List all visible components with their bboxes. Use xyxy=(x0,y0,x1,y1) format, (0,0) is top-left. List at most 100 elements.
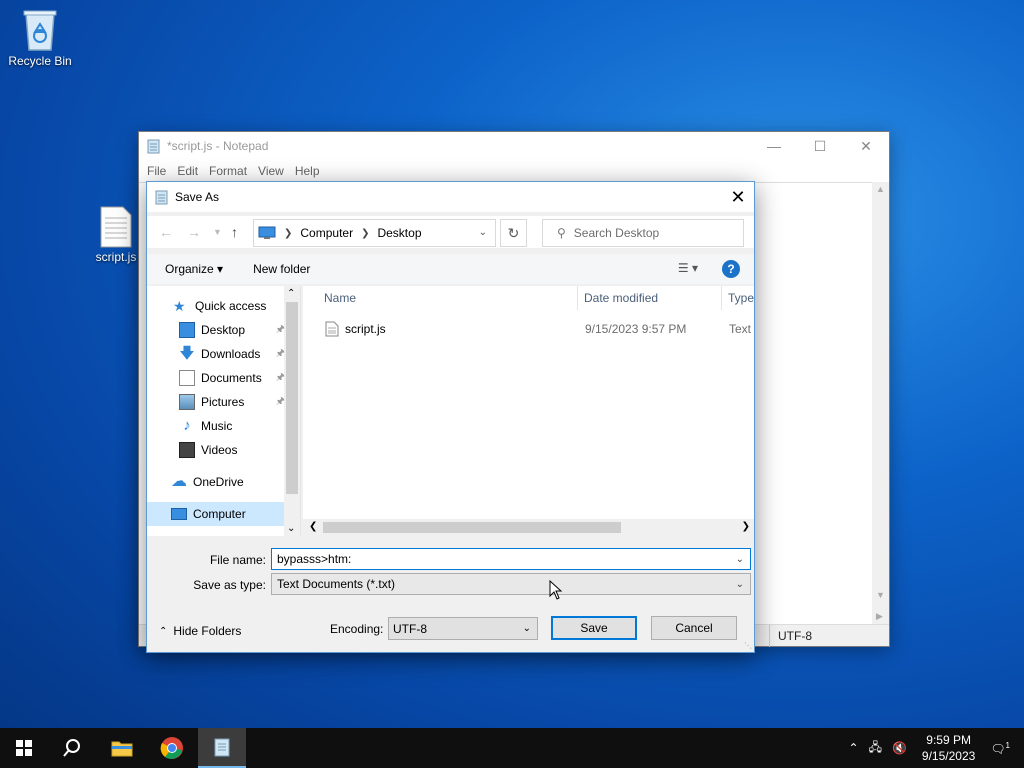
resize-grip-icon[interactable]: ⋱ xyxy=(744,641,752,650)
scrollbar-thumb[interactable] xyxy=(323,522,621,533)
scroll-up-icon[interactable]: ⌃ xyxy=(287,288,295,299)
up-arrow-icon[interactable]: ↑ xyxy=(231,224,238,240)
file-row[interactable]: script.js 9/15/2023 9:57 PM Text D xyxy=(303,318,754,340)
scroll-left-icon[interactable]: ❮ xyxy=(309,521,317,532)
menu-format[interactable]: Format xyxy=(205,164,251,178)
clock-date: 9/15/2023 xyxy=(921,749,976,763)
nav-downloads[interactable]: 🡇 Downloads 🖈 xyxy=(179,342,285,366)
scroll-up-icon[interactable]: ▲ xyxy=(876,184,885,194)
column-type[interactable]: Type xyxy=(722,286,754,310)
new-folder-button[interactable]: New folder xyxy=(253,262,310,276)
file-name-input[interactable]: bypasss>htm: ⌄ xyxy=(271,548,751,570)
nav-pictures[interactable]: Pictures 🖈 xyxy=(179,390,285,414)
start-button[interactable] xyxy=(0,728,48,768)
file-list-hscrollbar[interactable]: ❮ ❯ xyxy=(303,519,754,536)
desktop-icon-recycle-bin[interactable]: Recycle Bin xyxy=(2,8,78,68)
menu-edit[interactable]: Edit xyxy=(173,164,202,178)
encoding-label: Encoding: xyxy=(330,622,384,636)
menu-view[interactable]: View xyxy=(254,164,288,178)
hide-folders-button[interactable]: ⌃ Hide Folders xyxy=(159,624,241,638)
volume-muted-icon[interactable]: 🔇 xyxy=(892,741,907,755)
chevron-right-icon: ❯ xyxy=(284,227,293,239)
chevron-down-icon[interactable]: ⌄ xyxy=(736,554,744,565)
file-date: 9/15/2023 9:57 PM xyxy=(585,322,687,336)
breadcrumb-desktop[interactable]: Desktop xyxy=(377,226,421,240)
notepad-taskbar-button[interactable] xyxy=(198,728,246,768)
help-icon[interactable]: ? xyxy=(722,260,740,278)
chevron-up-icon[interactable]: ⌃ xyxy=(849,741,859,755)
scroll-down-icon[interactable]: ⌄ xyxy=(287,523,295,534)
script-js-label: script.js xyxy=(95,250,137,264)
clock[interactable]: 9:59 PM 9/15/2023 xyxy=(922,732,975,764)
music-note-icon: ♪ xyxy=(183,417,191,434)
search-button[interactable] xyxy=(48,728,96,768)
dialog-titlebar[interactable]: Save As xyxy=(147,182,754,212)
chrome-icon xyxy=(160,737,183,759)
column-headers: ⌃ Name Date modified Type xyxy=(303,286,754,310)
organize-button[interactable]: Organize ▾ xyxy=(165,262,223,276)
pictures-icon xyxy=(179,394,195,410)
cancel-button[interactable]: Cancel xyxy=(651,616,737,640)
file-list: ⌃ Name Date modified Type script.js 9/15… xyxy=(303,286,754,536)
encoding-value: UTF-8 xyxy=(393,621,427,636)
maximize-icon[interactable]: ☐ xyxy=(797,132,843,160)
forward-arrow-icon[interactable]: → xyxy=(187,224,201,240)
menu-help[interactable]: Help xyxy=(291,164,324,178)
notepad-scrollbar[interactable]: ▲ ▼ ▶ xyxy=(872,182,889,624)
nav-music[interactable]: ♪ Music xyxy=(179,414,285,438)
notepad-menubar: File Edit Format View Help xyxy=(139,160,889,182)
notepad-icon xyxy=(214,738,230,757)
menu-file[interactable]: File xyxy=(143,164,170,178)
notification-icon[interactable]: 🗨1 xyxy=(990,741,1010,756)
recent-dropdown-icon[interactable]: ▼ xyxy=(213,227,222,237)
text-file-icon xyxy=(100,206,132,248)
save-as-type-value: Text Documents (*.txt) xyxy=(277,577,396,591)
refresh-icon: ↻ xyxy=(507,224,520,241)
dialog-title: Save As xyxy=(175,190,220,204)
scroll-down-icon[interactable]: ▼ xyxy=(876,590,885,600)
chevron-down-icon[interactable]: ⌄ xyxy=(479,227,487,238)
close-icon[interactable]: ✕ xyxy=(722,182,754,212)
save-as-type-label: Save as type: xyxy=(193,578,266,592)
scroll-right-icon[interactable]: ❯ xyxy=(742,521,750,532)
nav-documents[interactable]: Documents 🖈 xyxy=(179,366,285,390)
film-icon xyxy=(179,442,195,458)
system-tray: ⌃ 🖧 🔇 9:59 PM 9/15/2023 🗨1 xyxy=(844,728,1024,768)
column-name[interactable]: Name xyxy=(318,286,578,310)
address-bar[interactable]: ❯ Computer ❯ Desktop ⌄ xyxy=(253,219,496,247)
search-input[interactable]: ⚲ Search Desktop xyxy=(542,219,744,247)
encoding-select[interactable]: UTF-8 ⌄ xyxy=(388,617,538,640)
search-icon xyxy=(63,739,80,757)
column-date-modified[interactable]: Date modified xyxy=(578,286,722,310)
dialog-footer: ⌃ Hide Folders Encoding: UTF-8 ⌄ Save Ca… xyxy=(147,614,754,646)
chevron-down-icon[interactable]: ⌄ xyxy=(736,579,744,590)
file-name: script.js xyxy=(345,322,386,336)
scrollbar-thumb[interactable] xyxy=(286,302,298,494)
nav-desktop[interactable]: Desktop 🖈 xyxy=(179,318,285,342)
taskbar: ⌃ 🖧 🔇 9:59 PM 9/15/2023 🗨1 xyxy=(0,728,1024,768)
back-arrow-icon[interactable]: ← xyxy=(159,224,173,240)
chrome-button[interactable] xyxy=(148,728,196,768)
save-as-type-select[interactable]: Text Documents (*.txt) ⌄ xyxy=(271,573,751,595)
nav-videos[interactable]: Videos xyxy=(179,438,285,462)
nav-scrollbar[interactable]: ⌃ ⌄ xyxy=(284,286,300,536)
search-placeholder: Search Desktop xyxy=(573,226,660,240)
file-explorer-button[interactable] xyxy=(98,728,146,768)
refresh-button[interactable]: ↻ xyxy=(500,219,527,247)
notepad-icon xyxy=(155,190,168,205)
save-button[interactable]: Save xyxy=(551,616,637,640)
network-icon[interactable]: 🖧 xyxy=(869,738,882,759)
breadcrumb-computer[interactable]: Computer xyxy=(300,226,353,240)
documents-icon xyxy=(179,370,195,386)
mouse-cursor-icon xyxy=(549,580,563,600)
view-options-icon[interactable]: ☰ ▾ xyxy=(678,261,698,275)
save-as-dialog: Save As ✕ ← → ▼ ↑ ❯ Computer ❯ Desktop ⌄… xyxy=(146,181,755,653)
close-icon[interactable]: ✕ xyxy=(843,132,889,160)
scroll-right-icon[interactable]: ▶ xyxy=(876,611,883,622)
nav-computer[interactable]: Computer xyxy=(147,502,285,526)
notepad-icon xyxy=(147,139,160,154)
minimize-icon[interactable]: — xyxy=(751,132,797,160)
file-name-row: File name: bypasss>htm: ⌄ xyxy=(147,548,754,572)
cloud-icon: ☁ xyxy=(171,473,187,490)
file-type: Text D xyxy=(729,322,754,336)
